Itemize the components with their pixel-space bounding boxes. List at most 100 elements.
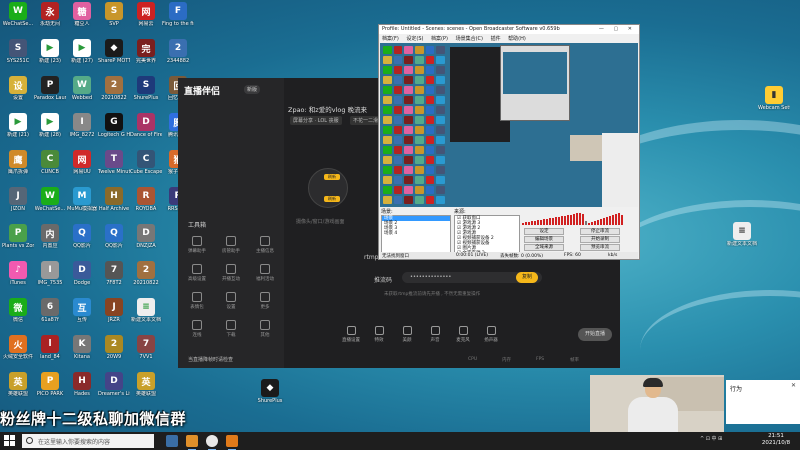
desktop-icon[interactable]: PParadox Launcher: [34, 76, 66, 110]
desktop-icon[interactable]: S SYS251C: [2, 39, 34, 73]
desktop-icon[interactable]: 7 7F8T2: [98, 261, 130, 295]
toolbox-tool[interactable]: 连线: [184, 320, 210, 338]
refresh-button[interactable]: 刷新: [324, 174, 340, 180]
desktop-icon[interactable]: 2 2344882: [162, 39, 194, 73]
bottom-tool[interactable]: 扬声器: [478, 326, 504, 343]
desktop-icon[interactable]: 英英雄联盟: [2, 372, 34, 406]
desktop-icon[interactable]: 6 61a87f: [34, 298, 66, 332]
scene-list[interactable]: 场景 场景 2 场景 3 场景 4: [381, 215, 451, 255]
desktop-icon[interactable]: H Half Archive: [98, 187, 130, 221]
desktop-icon[interactable]: 7 7VV1: [130, 335, 162, 369]
copy-button[interactable]: 复制: [516, 272, 538, 283]
bottom-tool[interactable]: 声音: [422, 326, 448, 343]
obs-titlebar[interactable]: Profile: Untitled - Scenes: scenes - Ope…: [379, 25, 639, 34]
desktop-icon[interactable]: J JIZON: [2, 187, 34, 221]
desktop-icon[interactable]: W Webbed: [66, 76, 98, 110]
bottom-tool[interactable]: 麦克风: [450, 326, 476, 343]
start-live-button[interactable]: 开始直播: [578, 328, 612, 341]
taskbar-app-companion-icon[interactable]: [226, 435, 238, 450]
desktop-icon[interactable]: 微微信: [2, 298, 34, 332]
desktop-icon[interactable]: 2 20210822: [130, 261, 162, 295]
desktop-icon[interactable]: C CUNCB: [34, 150, 66, 184]
desktop-icon[interactable]: D Dodge: [66, 261, 98, 295]
toolbox-tool[interactable]: 下载: [218, 320, 244, 338]
taskbar-app-obs-icon[interactable]: [206, 435, 218, 450]
desktop-icon[interactable]: GLogitech G HUB: [98, 113, 130, 147]
desktop-icon[interactable]: S SVP: [98, 2, 130, 36]
desktop-icon[interactable]: 2 20W9: [98, 335, 130, 369]
desktop-icon[interactable]: 完完美世界: [130, 39, 162, 73]
notification-toast[interactable]: 行为 ✕: [726, 380, 800, 424]
toolbox-tool[interactable]: 设置: [218, 292, 244, 310]
bottom-tool[interactable]: 美颜: [394, 326, 420, 343]
desktop-icon[interactable]: DDreamer's Life: [98, 372, 130, 406]
system-tray[interactable]: ^ ⊡ 中 ⊞: [700, 435, 722, 442]
task-view-icon[interactable]: [166, 435, 178, 447]
desktop-icon[interactable]: 糖糖豆人: [66, 2, 98, 36]
obs-button[interactable]: 停止串流: [580, 228, 620, 235]
desktop-icon[interactable]: W WeChatSe...: [2, 2, 34, 36]
toolbox-tool[interactable]: 更多: [252, 292, 278, 310]
obs-button[interactable]: 编辑场景: [524, 236, 564, 243]
desktop-icon[interactable]: M MuMu模拟器: [66, 187, 98, 221]
source-list[interactable]: ☑ 获取窗口 ☑ 游戏源 3 ☑ 游戏源 2 ☑ 游戏源 ☑ 视频捕获设备 2 ☑ 视频捕…: [454, 215, 520, 257]
desktop-icon[interactable]: ◆ShareP MOTTV: [98, 39, 130, 73]
desktop-icon[interactable]: TTwelve Minutes: [98, 150, 130, 184]
desktop-icon[interactable]: ▮Webcam Settings: [758, 86, 790, 120]
taskbar-app-live-icon[interactable]: [186, 435, 198, 450]
desktop-icon[interactable]: D DNZJZA: [130, 224, 162, 258]
window-controls[interactable]: — ▢ ✕: [599, 26, 636, 32]
desktop-icon[interactable]: I IMG_8272: [66, 113, 98, 147]
obs-button[interactable]: 设定: [524, 228, 564, 235]
desktop-icon[interactable]: 网网易UU: [66, 150, 98, 184]
desktop-icon[interactable]: ▶ 新建 (23): [34, 39, 66, 73]
desktop-icon[interactable]: 设设置: [2, 76, 34, 110]
toolbox-tool[interactable]: 开播互动: [218, 264, 244, 282]
desktop-icon[interactable]: Q QQ影片: [66, 224, 98, 258]
category-tag[interactable]: 屏幕分享 · LOL 丧服: [290, 116, 342, 125]
toolbox-tool[interactable]: 其他: [252, 320, 278, 338]
close-icon[interactable]: ✕: [791, 382, 796, 389]
version-badge[interactable]: 新版: [244, 85, 261, 94]
desktop-icon[interactable]: D Dance of Fire: [130, 113, 162, 147]
obs-menu-item[interactable]: 帮助(H): [508, 36, 526, 42]
obs-menu-item[interactable]: 档案(P): [431, 36, 448, 42]
toolbox-tool[interactable]: 弹幕助手: [184, 236, 210, 254]
desktop-icon[interactable]: I IMG_7535: [34, 261, 66, 295]
desktop-icon[interactable]: FFing to the finish: [162, 2, 194, 36]
desktop-icon[interactable]: 鹰鹰爪拆弹: [2, 150, 34, 184]
desktop-icon[interactable]: R ROYOBA: [130, 187, 162, 221]
desktop-icon[interactable]: P PICO PARK: [34, 372, 66, 406]
desktop-icon[interactable]: 网网易云: [130, 2, 162, 36]
desktop-icon[interactable]: Q QQ影片: [98, 224, 130, 258]
obs-button[interactable]: 预览串流: [580, 244, 620, 251]
toolbox-tool[interactable]: 房管助手: [218, 236, 244, 254]
desktop-icon[interactable]: 2 20210822: [98, 76, 130, 110]
windows-start-icon[interactable]: [4, 435, 16, 447]
topic-tag[interactable]: 不花一二滑: [350, 116, 382, 125]
obs-button[interactable]: 开始录制: [580, 236, 620, 243]
stream-title[interactable]: Zpao: 和z爱的vlog 晚流来: [288, 104, 367, 114]
toolbox-tool[interactable]: 福利活动: [252, 264, 278, 282]
desktop-icon[interactable]: 永永劫无间: [34, 2, 66, 36]
desktop-icon[interactable]: ▶ 新建 (27): [66, 39, 98, 73]
desktop-icon[interactable]: PPlants vs Zombies: [2, 224, 34, 258]
bottom-tool[interactable]: 直播设置: [338, 326, 364, 343]
desktop-icon[interactable]: K Kitana: [66, 335, 98, 369]
obs-button[interactable]: 全域来源: [524, 244, 564, 251]
obs-menu-item[interactable]: 场景集合(C): [456, 36, 483, 42]
obs-menu-item[interactable]: 设定(S): [406, 36, 423, 42]
desktop-icon[interactable]: ◆ ShurePlus: [254, 379, 286, 413]
bottom-tool[interactable]: 特效: [366, 326, 392, 343]
desktop-icon[interactable]: ▶ 新建 (21): [2, 113, 34, 147]
desktop-icon[interactable]: S ShurePlus: [130, 76, 162, 110]
desktop-icon[interactable]: 互互传: [66, 298, 98, 332]
desktop-icon[interactable]: ≡ 新建文本文档: [130, 298, 162, 332]
desktop-icon[interactable]: 火火绒安全软件: [2, 335, 34, 369]
desktop-icon[interactable]: C Cube Escape: [130, 150, 162, 184]
desktop-icon[interactable]: H Hades: [66, 372, 98, 406]
toolbox-tool[interactable]: 高级设置: [184, 264, 210, 282]
desktop-icon[interactable]: l land_84: [34, 335, 66, 369]
obs-menu-item[interactable]: 插件: [491, 36, 501, 42]
desktop-icon[interactable]: ♪ iTunes: [2, 261, 34, 295]
